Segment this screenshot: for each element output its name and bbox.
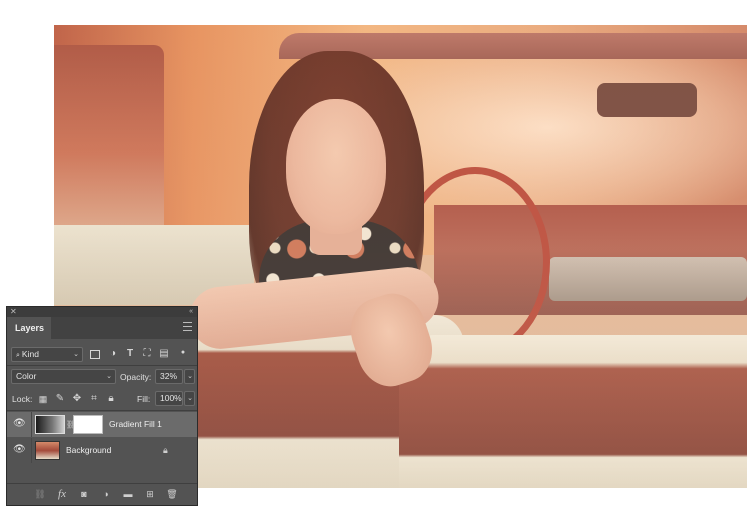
tab-layers[interactable]: Layers	[7, 317, 51, 339]
chevron-down-icon: ⌄	[73, 351, 79, 358]
gradient-thumbnail[interactable]	[35, 415, 65, 434]
panel-menu-icon[interactable]	[183, 322, 192, 331]
opacity-label: Opacity:	[120, 372, 152, 382]
fill-label: Fill:	[137, 394, 151, 404]
divider	[31, 438, 32, 463]
opacity-input[interactable]: 32%	[155, 369, 183, 384]
filter-kind-label: Kind	[21, 349, 39, 359]
lock-position-icon[interactable]: ✥	[71, 393, 83, 405]
lock-image-icon[interactable]: ✎	[54, 393, 66, 405]
adjustment-filter-icon[interactable]: ◑	[107, 348, 119, 360]
eye-icon[interactable]: 👁︎	[13, 444, 26, 456]
fill-dropdown[interactable]: ⌄	[184, 391, 195, 406]
lock-icon: 🔒︎	[163, 445, 168, 455]
link-icon[interactable]: ⛓	[33, 488, 47, 501]
eye-icon[interactable]: 👁︎	[13, 418, 26, 430]
chevron-down-icon: ⌄	[187, 395, 193, 402]
collapse-icon[interactable]: «	[189, 307, 193, 317]
filter-kind-select[interactable]: ⌕ Kind ⌄	[11, 347, 83, 362]
filter-toggle-icon[interactable]: ●	[177, 343, 189, 356]
image-thumbnail[interactable]	[35, 441, 60, 460]
type-filter-icon[interactable]: T	[124, 348, 136, 360]
folder-icon[interactable]: ▬	[121, 488, 135, 501]
close-icon[interactable]: ✕	[10, 307, 17, 317]
divider	[31, 412, 32, 437]
smart-object-filter-icon[interactable]: ▤	[158, 348, 170, 360]
panel-titlebar[interactable]: ✕ «	[7, 307, 197, 317]
layer-mask-thumbnail[interactable]	[73, 415, 103, 434]
opacity-dropdown[interactable]: ⌄	[184, 369, 195, 384]
divider	[7, 365, 197, 366]
lock-label: Lock:	[12, 394, 33, 404]
layers-bottom-toolbar: ⛓ fx ◙ ◑ ▬ ⊞ 🗑︎	[7, 483, 197, 505]
fx-icon[interactable]: fx	[55, 488, 69, 501]
trash-icon[interactable]: 🗑︎	[165, 488, 179, 501]
blend-mode-select[interactable]: Color ⌄	[11, 369, 116, 384]
image-filter-icon[interactable]	[90, 350, 100, 359]
fill-input[interactable]: 100%	[155, 391, 183, 406]
layer-row-background[interactable]: 👁︎ Background 🔒︎	[7, 438, 197, 463]
adjustment-icon[interactable]: ◑	[99, 488, 113, 501]
search-icon: ⌕	[16, 352, 20, 359]
panel-tab-row: Layers	[7, 317, 197, 339]
new-layer-icon[interactable]: ⊞	[143, 488, 157, 501]
layer-name[interactable]: Gradient Fill 1	[109, 412, 162, 437]
mask-icon[interactable]: ◙	[77, 488, 91, 501]
lock-transparent-icon[interactable]: ▦	[37, 393, 49, 405]
lock-all-icon[interactable]: 🔒︎	[105, 393, 117, 405]
shape-filter-icon[interactable]: ⛶	[141, 348, 153, 360]
layer-name[interactable]: Background	[66, 438, 111, 463]
chevron-down-icon: ⌄	[106, 373, 112, 380]
divider	[7, 410, 197, 411]
layers-panel: ✕ « Layers ⌕ Kind ⌄ ◑ T ⛶ ▤ ● Color ⌄ Opa…	[6, 306, 198, 506]
chevron-down-icon: ⌄	[187, 373, 193, 380]
lock-artboard-icon[interactable]: ⌗	[88, 393, 100, 405]
blend-mode-value: Color	[16, 371, 37, 381]
layer-row-gradient-fill[interactable]: 👁︎ ⛓ Gradient Fill 1	[7, 412, 197, 437]
